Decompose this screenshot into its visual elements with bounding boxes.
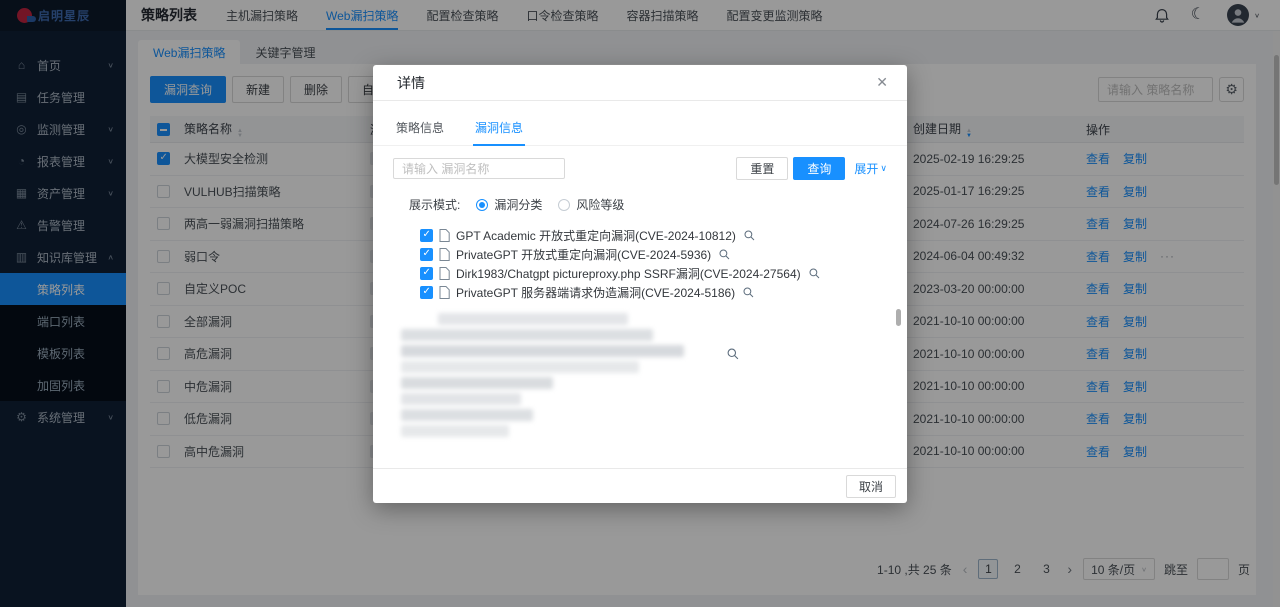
document-icon <box>439 248 450 261</box>
vuln-item: Dirk1983/Chatgpt pictureproxy.php SSRF漏洞… <box>420 264 907 283</box>
modal-tab[interactable]: 策略信息 <box>394 113 446 145</box>
magnifier-icon[interactable] <box>727 348 739 360</box>
chevron-down-icon: ∨ <box>880 163 887 174</box>
modal-footer: 取消 <box>373 468 907 503</box>
document-icon <box>439 286 450 299</box>
vuln-item: PrivateGPT 服务器端请求伪造漏洞(CVE-2024-5186) <box>420 283 907 302</box>
reset-button[interactable]: 重置 <box>736 157 788 180</box>
vuln-label: PrivateGPT 开放式重定向漏洞(CVE-2024-5936) <box>456 246 711 263</box>
vuln-item: PrivateGPT 开放式重定向漏洞(CVE-2024-5936) <box>420 245 907 264</box>
query-button[interactable]: 查询 <box>793 157 845 180</box>
document-icon <box>439 267 450 280</box>
modal-query-row: 重置 查询 展开∨ <box>393 157 887 180</box>
radio-label: 风险等级 <box>576 196 624 213</box>
magnifier-icon[interactable] <box>809 268 820 279</box>
modal-header: 详情 ✕ <box>373 65 907 101</box>
radio-icon[interactable] <box>476 199 488 211</box>
document-icon <box>439 229 450 242</box>
redacted-content <box>401 311 907 443</box>
magnifier-icon[interactable] <box>744 230 755 241</box>
magnifier-icon[interactable] <box>719 249 730 260</box>
vuln-label: PrivateGPT 服务器端请求伪造漏洞(CVE-2024-5186) <box>456 284 735 301</box>
vuln-search-input[interactable] <box>393 158 565 179</box>
vuln-checkbox[interactable] <box>420 286 433 299</box>
app: 启明星辰 ⌂ 首页 ∨ ▤ 任务管理 ◎ 监测管理 ∨ <box>0 0 1280 607</box>
vuln-label: GPT Academic 开放式重定向漏洞(CVE-2024-10812) <box>456 227 736 244</box>
expand-toggle[interactable]: 展开∨ <box>854 160 887 177</box>
display-mode-radio[interactable]: 漏洞分类 <box>476 196 542 213</box>
display-mode-label: 展示模式: <box>409 196 460 213</box>
display-mode-row: 展示模式: 漏洞分类 风险等级 <box>409 196 887 213</box>
cancel-button[interactable]: 取消 <box>846 475 896 498</box>
magnifier-icon[interactable] <box>743 287 754 298</box>
vuln-item: GPT Academic 开放式重定向漏洞(CVE-2024-10812) <box>420 226 907 245</box>
vuln-label: Dirk1983/Chatgpt pictureproxy.php SSRF漏洞… <box>456 265 801 282</box>
vuln-checkbox[interactable] <box>420 248 433 261</box>
modal-title: 详情 <box>397 73 425 93</box>
vuln-checkbox[interactable] <box>420 267 433 280</box>
detail-modal: 详情 ✕ 策略信息 漏洞信息 重置 查询 展开∨ 展示模式: <box>373 65 907 503</box>
display-mode-radio[interactable]: 风险等级 <box>558 196 624 213</box>
close-icon[interactable]: ✕ <box>876 74 888 91</box>
modal-tabs: 策略信息 漏洞信息 <box>373 113 907 146</box>
vuln-checkbox-list: GPT Academic 开放式重定向漏洞(CVE-2024-10812) Pr… <box>420 226 907 302</box>
radio-label: 漏洞分类 <box>494 196 542 213</box>
modal-scrollbar-thumb[interactable] <box>896 309 901 326</box>
vuln-checkbox[interactable] <box>420 229 433 242</box>
modal-tab[interactable]: 漏洞信息 <box>473 113 525 146</box>
radio-icon[interactable] <box>558 199 570 211</box>
